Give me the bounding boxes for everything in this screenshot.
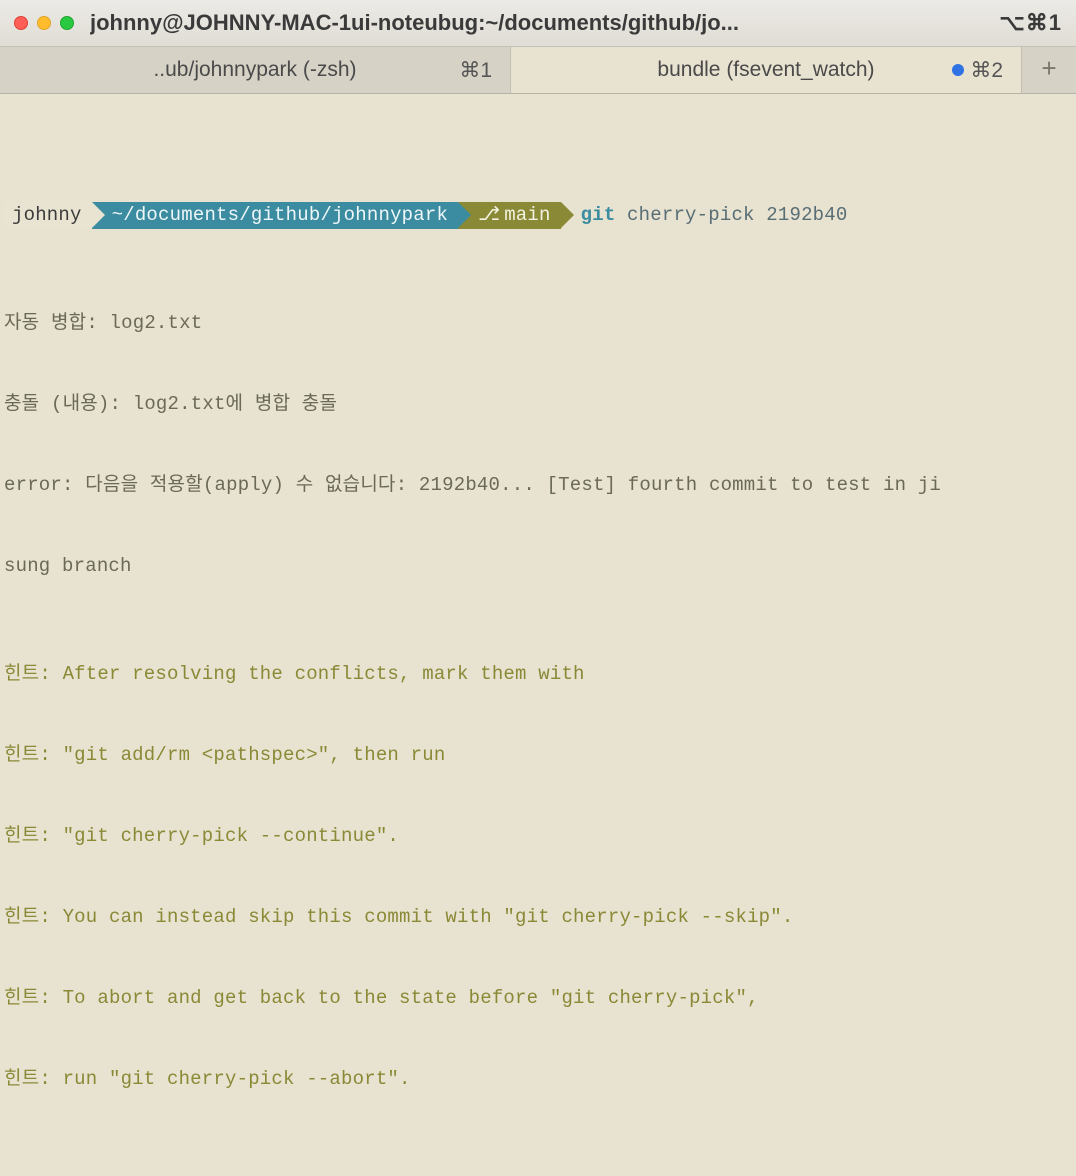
tab-shortcut: ⌘2 [952, 58, 1003, 83]
hint-line: 힌트: After resolving the conflicts, mark … [4, 661, 1072, 688]
tabbar: ..ub/johnnypark (-zsh) ⌘1 bundle (fseven… [0, 47, 1076, 94]
output-line: 자동 병합: log2.txt [4, 310, 1072, 337]
new-tab-button[interactable]: + [1022, 47, 1076, 93]
tab-label: ..ub/johnnypark (-zsh) [153, 58, 356, 82]
tab-label: bundle (fsevent_watch) [657, 58, 874, 82]
activity-dot-icon [952, 64, 964, 76]
terminal[interactable]: johnny ~/documents/github/johnnypark ⎇ma… [0, 94, 1076, 1176]
tab-2[interactable]: bundle (fsevent_watch) ⌘2 [511, 47, 1022, 93]
prompt-path: ~/documents/github/johnnypark [112, 202, 448, 229]
titlebar: johnny@JOHNNY-MAC-1ui-noteubug:~/documen… [0, 0, 1076, 47]
close-icon[interactable] [14, 16, 28, 30]
traffic-lights [14, 16, 74, 30]
window-title: johnny@JOHNNY-MAC-1ui-noteubug:~/documen… [90, 10, 999, 36]
prompt-user: johnny [12, 202, 82, 229]
maximize-icon[interactable] [60, 16, 74, 30]
hint-line: 힌트: You can instead skip this commit wit… [4, 904, 1072, 931]
minimize-icon[interactable] [37, 16, 51, 30]
hint-line: 힌트: "git add/rm <pathspec>", then run [4, 742, 1072, 769]
output-line: 충돌 (내용): log2.txt에 병합 충돌 [4, 391, 1072, 418]
prompt-line: johnny ~/documents/github/johnnypark ⎇ma… [4, 202, 1072, 229]
tab-shortcut: ⌘1 [459, 58, 492, 83]
tab-1[interactable]: ..ub/johnnypark (-zsh) ⌘1 [0, 47, 511, 93]
output-line: error: 다음을 적용할(apply) 수 없습니다: 2192b40...… [4, 472, 1072, 499]
hint-line: 힌트: run "git cherry-pick --abort". [4, 1066, 1072, 1093]
window-shortcut: ⌥⌘1 [999, 10, 1062, 36]
output-line: sung branch [4, 553, 1072, 580]
branch-icon: ⎇ [478, 202, 500, 229]
hint-line: 힌트: To abort and get back to the state b… [4, 985, 1072, 1012]
prompt-branch: main [504, 204, 550, 226]
command: git cherry-pick 2192b40 [561, 202, 848, 229]
hint-line: 힌트: "git cherry-pick --continue". [4, 823, 1072, 850]
